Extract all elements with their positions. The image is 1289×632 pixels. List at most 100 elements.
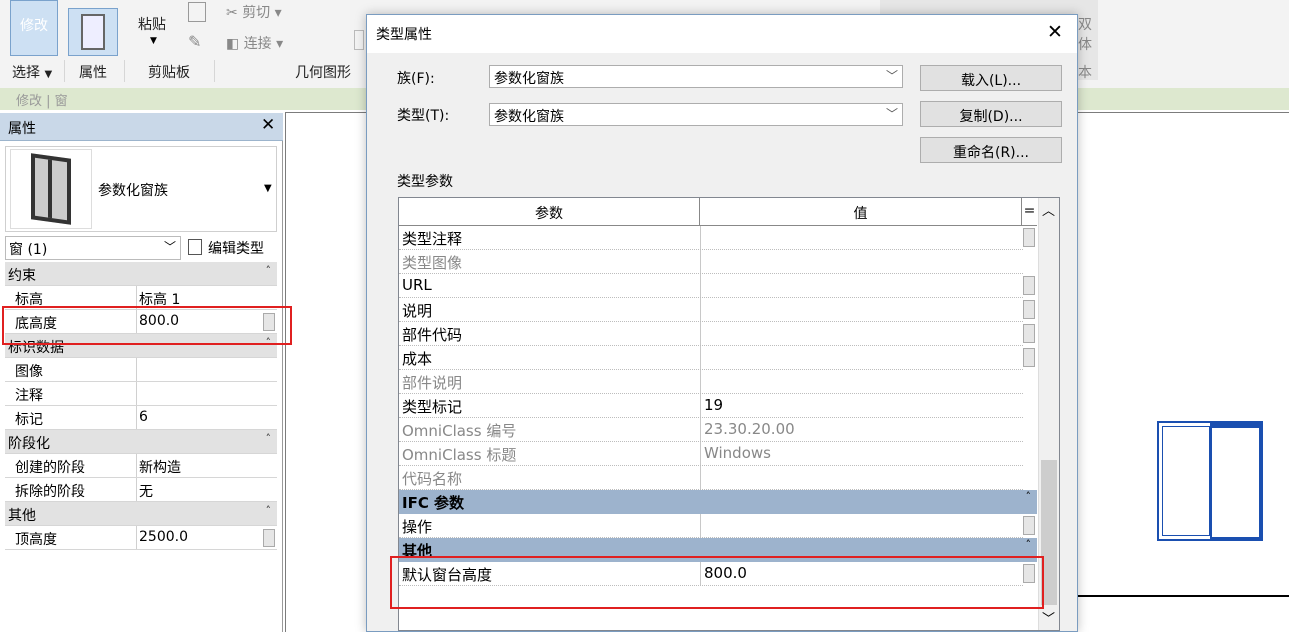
wall-line — [1050, 595, 1289, 597]
window-icon-mullion — [48, 159, 52, 219]
collapse-chevron-icon[interactable]: ˄ — [266, 264, 272, 277]
associate-param-button[interactable] — [1023, 228, 1035, 247]
ribbon-right-char: 本 — [1078, 65, 1092, 81]
parameter-row[interactable]: OmniClass 编号 23.30.20.00 — [399, 418, 1023, 442]
paste-label[interactable]: 粘贴 — [138, 14, 166, 34]
instance-filter[interactable]: 窗 (1) ﹀ — [5, 236, 181, 260]
parameter-name: OmniClass 编号 — [402, 422, 517, 440]
parameter-row[interactable]: 部件代码 — [399, 322, 1035, 346]
property-row[interactable]: 注释 — [5, 382, 277, 406]
property-value[interactable] — [136, 358, 263, 381]
type-label: 类型(T): — [397, 108, 450, 124]
property-row[interactable]: 顶高度 2500.0 — [5, 526, 277, 550]
collapse-chevron-icon[interactable]: ˄ — [266, 504, 272, 517]
chevron-down-icon[interactable]: ▼ — [264, 183, 272, 194]
match-props-icon[interactable]: ✎ — [188, 32, 206, 51]
scroll-down-icon[interactable]: ﹀ — [1042, 608, 1055, 627]
category-label: 约束 — [8, 268, 36, 284]
collapse-chevron-icon[interactable]: ˄ — [1026, 490, 1032, 503]
property-value[interactable] — [136, 382, 263, 405]
property-value[interactable]: 新构造 — [136, 454, 263, 477]
parameter-row[interactable]: 类型注释 — [399, 226, 1035, 250]
chevron-down-icon: ﹀ — [885, 107, 898, 121]
family-select-value: 参数化窗族 — [494, 71, 564, 87]
parameter-value[interactable] — [700, 346, 1022, 369]
cut-button[interactable]: ✂ 剪切 ▾ — [226, 2, 282, 22]
load-button[interactable]: 载入(L)... — [920, 65, 1062, 91]
property-row[interactable]: 创建的阶段 新构造 — [5, 454, 277, 478]
property-category[interactable]: 阶段化 ˄ — [5, 430, 277, 454]
associate-param-button[interactable] — [263, 529, 275, 547]
parameter-value[interactable]: 23.30.20.00 — [700, 418, 1022, 441]
parameter-category[interactable]: IFC 参数 ˄ — [399, 490, 1037, 514]
parameter-row[interactable]: 操作 — [399, 514, 1035, 538]
parameter-value[interactable] — [700, 370, 1022, 393]
property-name: 拆除的阶段 — [15, 484, 85, 500]
parameter-row[interactable]: 成本 — [399, 346, 1035, 370]
parameter-value[interactable] — [700, 226, 1022, 249]
column-header-param[interactable]: 参数 — [399, 198, 700, 226]
type-select[interactable]: 参数化窗族 ﹀ — [489, 103, 903, 126]
parameter-row[interactable]: 说明 — [399, 298, 1035, 322]
family-select[interactable]: 参数化窗族 ﹀ — [489, 65, 903, 88]
chevron-down-icon: ▼ — [44, 69, 53, 80]
rename-button[interactable]: 重命名(R)... — [920, 137, 1062, 163]
type-selector[interactable]: 参数化窗族 ▼ — [5, 146, 277, 232]
property-category[interactable]: 其他 ˄ — [5, 502, 277, 526]
collapse-chevron-icon[interactable]: ˄ — [266, 432, 272, 445]
parameter-row[interactable]: 类型标记 19 — [399, 394, 1023, 418]
associate-param-button[interactable] — [1023, 516, 1035, 535]
geometry-icon[interactable] — [354, 30, 364, 50]
parameter-row[interactable]: 类型图像 — [399, 250, 1023, 274]
property-value[interactable]: 2500.0 — [136, 526, 263, 549]
parameter-value[interactable] — [700, 298, 1022, 321]
duplicate-button[interactable]: 复制(D)... — [920, 101, 1062, 127]
column-header-value[interactable]: 值 — [700, 198, 1022, 226]
parameter-name: 类型注释 — [402, 230, 463, 248]
window-element[interactable] — [1157, 421, 1263, 541]
associate-param-button[interactable] — [1023, 348, 1035, 367]
parameter-value[interactable] — [700, 322, 1022, 345]
parameter-name: 代码名称 — [402, 470, 463, 488]
parameter-value[interactable] — [700, 250, 1022, 273]
properties-button[interactable] — [68, 8, 118, 56]
associate-param-button[interactable] — [1023, 300, 1035, 319]
property-category[interactable]: 约束 ˄ — [5, 262, 277, 286]
property-value[interactable]: 无 — [136, 478, 263, 501]
type-params-label: 类型参数 — [397, 174, 453, 190]
column-header-formula[interactable]: = — [1022, 198, 1037, 226]
copy-icon[interactable] — [188, 2, 206, 22]
parameter-name: 操作 — [402, 518, 433, 536]
associate-param-button[interactable] — [1023, 324, 1035, 343]
edit-type-label: 编辑类型 — [208, 241, 264, 257]
edit-type-button[interactable]: 编辑类型 — [186, 236, 278, 260]
parameter-row[interactable]: OmniClass 标题 Windows — [399, 442, 1023, 466]
paste-dropdown-icon[interactable]: ▼ — [150, 36, 157, 46]
close-icon[interactable]: ✕ — [261, 115, 275, 135]
property-row[interactable]: 图像 — [5, 358, 277, 382]
select-label: 选择 — [12, 65, 40, 81]
parameter-value[interactable]: 19 — [700, 394, 1022, 417]
close-icon[interactable]: ✕ — [1047, 21, 1063, 43]
property-value-text: 新构造 — [139, 460, 181, 476]
parameter-row[interactable]: 部件说明 — [399, 370, 1023, 394]
context-label: 修改 | 窗 — [16, 94, 68, 109]
join-button[interactable]: ◧ 连接 ▾ — [226, 33, 283, 53]
property-value[interactable]: 6 — [136, 406, 263, 429]
property-row[interactable]: 拆除的阶段 无 — [5, 478, 277, 502]
modify-button[interactable]: 修改 — [10, 0, 58, 56]
dialog-title: 类型属性 — [376, 27, 432, 43]
parameter-value[interactable] — [700, 466, 1022, 489]
scroll-up-icon[interactable]: ︿ — [1042, 200, 1055, 219]
properties-icon — [81, 14, 105, 50]
associate-param-button[interactable] — [1023, 276, 1035, 295]
parameter-value[interactable] — [700, 274, 1022, 297]
separator — [214, 60, 215, 82]
collapse-chevron-icon[interactable]: ˄ — [1026, 538, 1032, 551]
select-menu[interactable]: 选择 ▼ — [12, 62, 52, 82]
parameter-row[interactable]: 代码名称 — [399, 466, 1023, 490]
parameter-value[interactable] — [700, 514, 1022, 537]
parameter-row[interactable]: URL — [399, 274, 1035, 298]
property-row[interactable]: 标记 6 — [5, 406, 277, 430]
parameter-value[interactable]: Windows — [700, 442, 1022, 465]
